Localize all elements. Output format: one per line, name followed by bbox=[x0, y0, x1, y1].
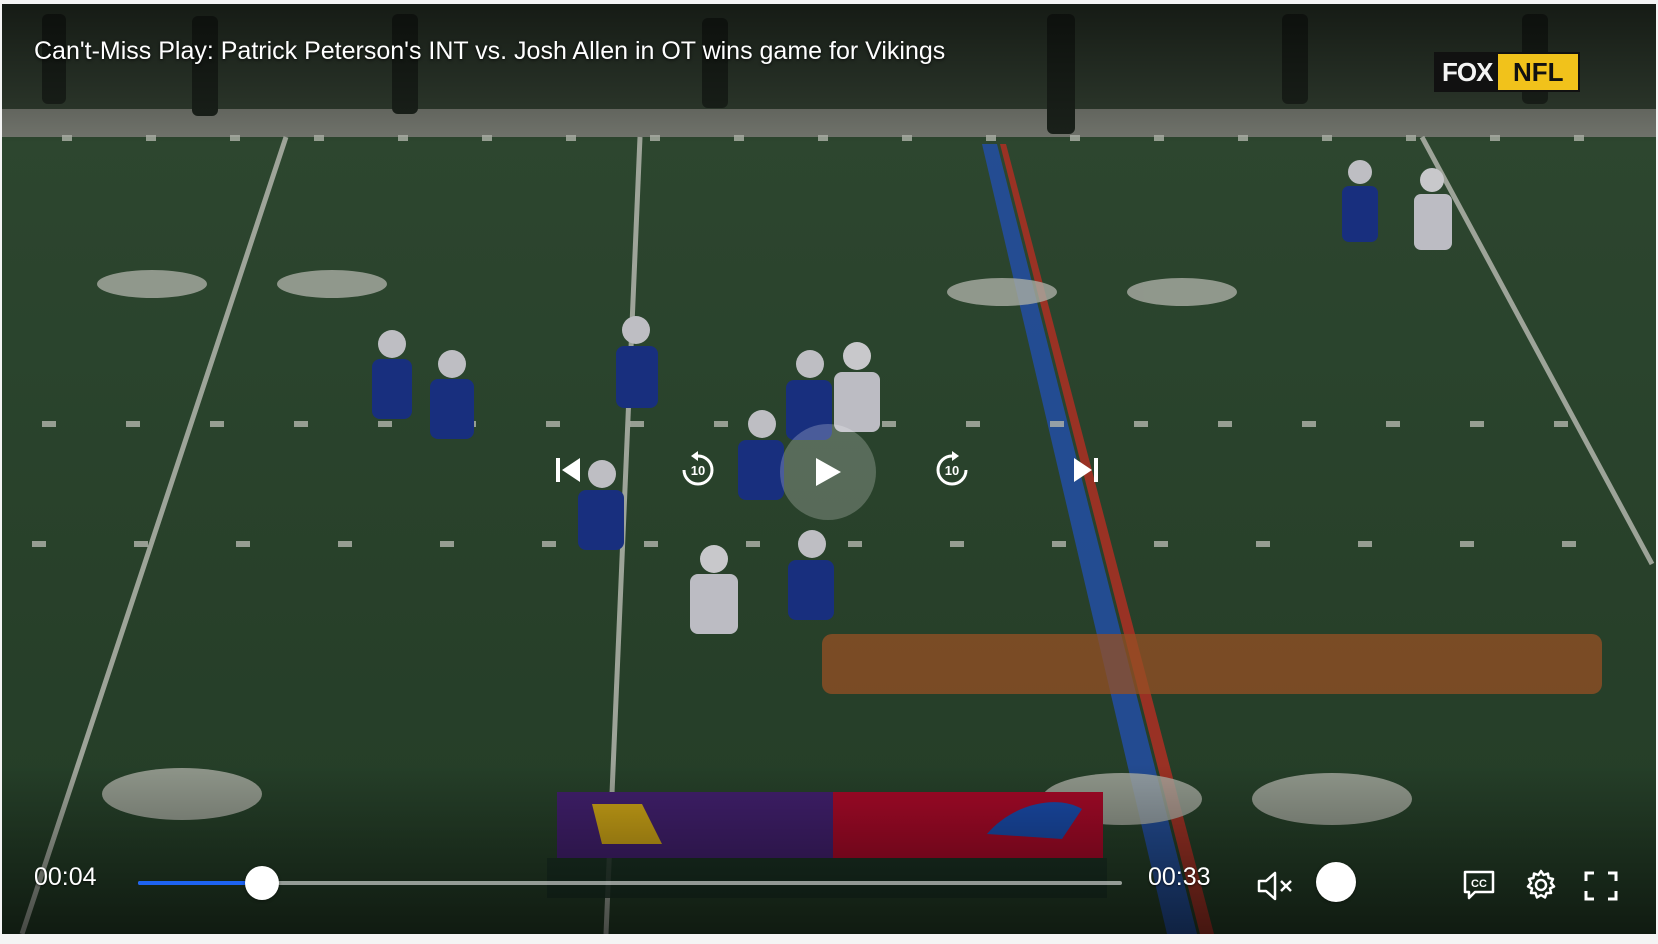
forward-10-icon: 10 bbox=[936, 451, 968, 486]
fullscreen-button[interactable] bbox=[1582, 868, 1620, 904]
forward-10-label: 10 bbox=[945, 463, 959, 478]
rewind-10-label: 10 bbox=[691, 463, 705, 478]
network-logo-right: NFL bbox=[1498, 54, 1578, 90]
forward-10-button[interactable]: 10 bbox=[932, 450, 972, 490]
progress-scrubber[interactable] bbox=[244, 866, 279, 900]
rewind-10-icon: 10 bbox=[682, 451, 714, 486]
svg-text:CC: CC bbox=[1471, 878, 1487, 890]
captions-button[interactable]: CC bbox=[1460, 866, 1498, 902]
mute-button[interactable] bbox=[1256, 868, 1296, 904]
previous-button[interactable] bbox=[550, 452, 586, 488]
next-button[interactable] bbox=[1068, 452, 1104, 488]
speaker-muted-icon bbox=[1257, 871, 1292, 901]
progress-fill bbox=[138, 881, 262, 885]
skip-previous-icon bbox=[556, 458, 580, 482]
skip-next-icon bbox=[1074, 458, 1098, 482]
bottom-gradient bbox=[2, 764, 1656, 934]
rewind-10-button[interactable]: 10 bbox=[678, 450, 718, 490]
current-time: 00:04 bbox=[34, 863, 97, 891]
play-icon bbox=[816, 458, 841, 486]
network-logo-left: FOX bbox=[1436, 54, 1499, 90]
video-title: Can't-Miss Play: Patrick Peterson's INT … bbox=[34, 37, 946, 65]
gear-icon bbox=[1526, 869, 1556, 899]
closed-captions-icon: CC bbox=[1463, 870, 1495, 900]
volume-slider-thumb[interactable] bbox=[1316, 862, 1356, 902]
video-player[interactable]: Can't-Miss Play: Patrick Peterson's INT … bbox=[2, 4, 1656, 934]
settings-button[interactable] bbox=[1522, 866, 1560, 904]
fullscreen-icon bbox=[1584, 871, 1618, 901]
fox-nfl-logo: FOX NFL bbox=[1434, 52, 1580, 92]
page-footer-strip bbox=[0, 934, 1658, 944]
total-time: 00:33 bbox=[1148, 863, 1211, 891]
top-gradient bbox=[2, 4, 1656, 144]
progress-bar[interactable] bbox=[138, 866, 1122, 900]
play-button[interactable] bbox=[780, 424, 876, 520]
